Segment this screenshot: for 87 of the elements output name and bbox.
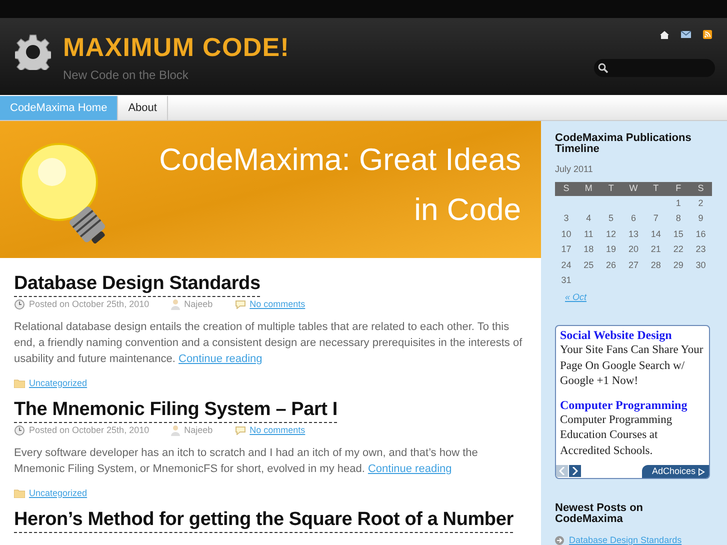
calendar-day: 5 <box>600 212 622 226</box>
continue-reading-link[interactable]: Continue reading <box>368 462 452 474</box>
calendar-day: 11 <box>577 228 600 241</box>
chevron-right-icon <box>572 467 578 475</box>
widget-heading: Newest Posts on CodeMaxima <box>555 503 644 525</box>
calendar-day: 9 <box>690 212 712 226</box>
calendar-day: 20 <box>622 243 645 256</box>
calendar-day: 27 <box>622 258 645 272</box>
weekday-header: T <box>652 182 660 195</box>
widget-heading: CodeMaxima Publications Timeline <box>555 133 692 155</box>
calendar-day: 1 <box>667 196 690 210</box>
ad-text: Your Site Fans Can Share Your Page On Google Search w/ Google +1 Now! <box>560 343 704 389</box>
calendar-day: 2 <box>690 196 712 210</box>
post-author: Najeeb <box>184 298 213 311</box>
clock-icon <box>14 425 25 436</box>
mail-icon[interactable] <box>681 31 691 38</box>
site-title[interactable]: MAXIMUM CODE! <box>63 32 290 62</box>
calendar-day: 6 <box>622 212 645 226</box>
calendar-day: 25 <box>577 258 600 272</box>
chevron-left-icon <box>559 467 565 475</box>
calendar-day: 22 <box>667 243 690 256</box>
calendar-day: 12 <box>600 228 622 241</box>
calendar-day: 15 <box>667 228 690 241</box>
weekday-header: W <box>628 182 639 195</box>
newest-post-link[interactable]: Database Design Standards <box>569 534 682 545</box>
weekday-header: M <box>584 182 594 195</box>
post-date: Posted on October 25th, 2010 <box>29 424 150 437</box>
calendar-day: 29 <box>667 258 690 272</box>
person-icon <box>171 299 180 310</box>
calendar-day: 13 <box>622 228 645 241</box>
banner-slogan: CodeMaxima: Great Ideas in Code <box>158 141 522 229</box>
comments-link[interactable]: No comments <box>250 424 306 438</box>
calendar-day: 28 <box>644 258 668 272</box>
ad-text: Computer Programming Education Courses at Accredited Schools. <box>560 412 674 458</box>
rss-icon[interactable] <box>703 30 712 39</box>
weekday-header: S <box>696 182 705 195</box>
calendar-day: 18 <box>577 243 600 256</box>
calendar-day: 23 <box>690 243 712 256</box>
folder-icon <box>14 488 25 498</box>
calendar-day: 26 <box>600 258 622 272</box>
home-icon[interactable] <box>660 30 669 38</box>
speech-bubble-icon <box>234 426 246 436</box>
play-triangle-icon <box>698 468 705 476</box>
calendar-day: 14 <box>644 228 668 241</box>
post-title[interactable]: The Mnemonic Filing System – Part I <box>14 398 338 423</box>
post-author: Najeeb <box>184 424 213 437</box>
gear-icon <box>15 34 51 70</box>
calendar-day: 24 <box>555 258 578 272</box>
adchoices-badge[interactable]: AdChoices <box>642 465 709 478</box>
search-icon <box>598 63 608 73</box>
post-excerpt: Every software developer has an itch to scratch and I had an itch of my own, and that’s how the Mnemonic Filing System, or MnemonicFS for short, evolved in my head. Continue reading <box>14 446 479 476</box>
clock-icon <box>14 299 25 310</box>
weekday-header: T <box>607 182 615 195</box>
site-tagline: New Code on the Block <box>63 67 190 84</box>
calendar-day: 16 <box>690 228 712 241</box>
previous-month-link[interactable]: « Oct <box>565 290 711 304</box>
search-field[interactable] <box>594 59 715 77</box>
calendar-day: 17 <box>555 243 578 256</box>
calendar-day: 4 <box>577 212 600 226</box>
calendar-day: 19 <box>600 243 622 256</box>
ad-title-link[interactable]: Computer Programming <box>560 398 709 412</box>
person-icon <box>171 425 180 436</box>
post-title[interactable]: Heron’s Method for getting the Square Root of a Number <box>14 508 514 533</box>
calendar-day: 31 <box>555 274 578 288</box>
continue-reading-link[interactable]: Continue reading <box>178 352 262 364</box>
speech-bubble-icon <box>234 300 246 310</box>
weekday-header: F <box>674 182 682 195</box>
weekday-header: S <box>562 182 570 195</box>
nav-tab[interactable]: About <box>118 96 168 120</box>
calendar-day: 10 <box>555 228 578 241</box>
arrow-circle-icon <box>555 536 564 545</box>
post-title[interactable]: Database Design Standards <box>14 272 260 297</box>
calendar-day: 7 <box>644 212 668 226</box>
folder-icon <box>14 378 25 388</box>
category-link[interactable]: Uncategorized <box>29 486 88 500</box>
comments-link[interactable]: No comments <box>250 298 306 312</box>
nav-tab[interactable]: CodeMaxima Home <box>0 96 118 120</box>
calendar-day: 21 <box>644 243 668 256</box>
next-ad-button[interactable] <box>569 465 581 477</box>
calendar-day: 8 <box>667 212 690 226</box>
calendar-day: 30 <box>690 258 712 272</box>
ad-title-link[interactable]: Social Website Design <box>560 328 709 343</box>
calendar-month: July 2011 <box>555 163 594 176</box>
category-link[interactable]: Uncategorized <box>29 376 88 390</box>
calendar-day: 3 <box>555 212 578 226</box>
post-date: Posted on October 25th, 2010 <box>29 298 150 311</box>
post-excerpt: Relational database design entails the creation of multiple tables that are related to each other. To this end, a friendly naming convention and a consistent design are necessary prerequisites in the interests of usability and future maintenance. Continue reading <box>14 320 524 366</box>
